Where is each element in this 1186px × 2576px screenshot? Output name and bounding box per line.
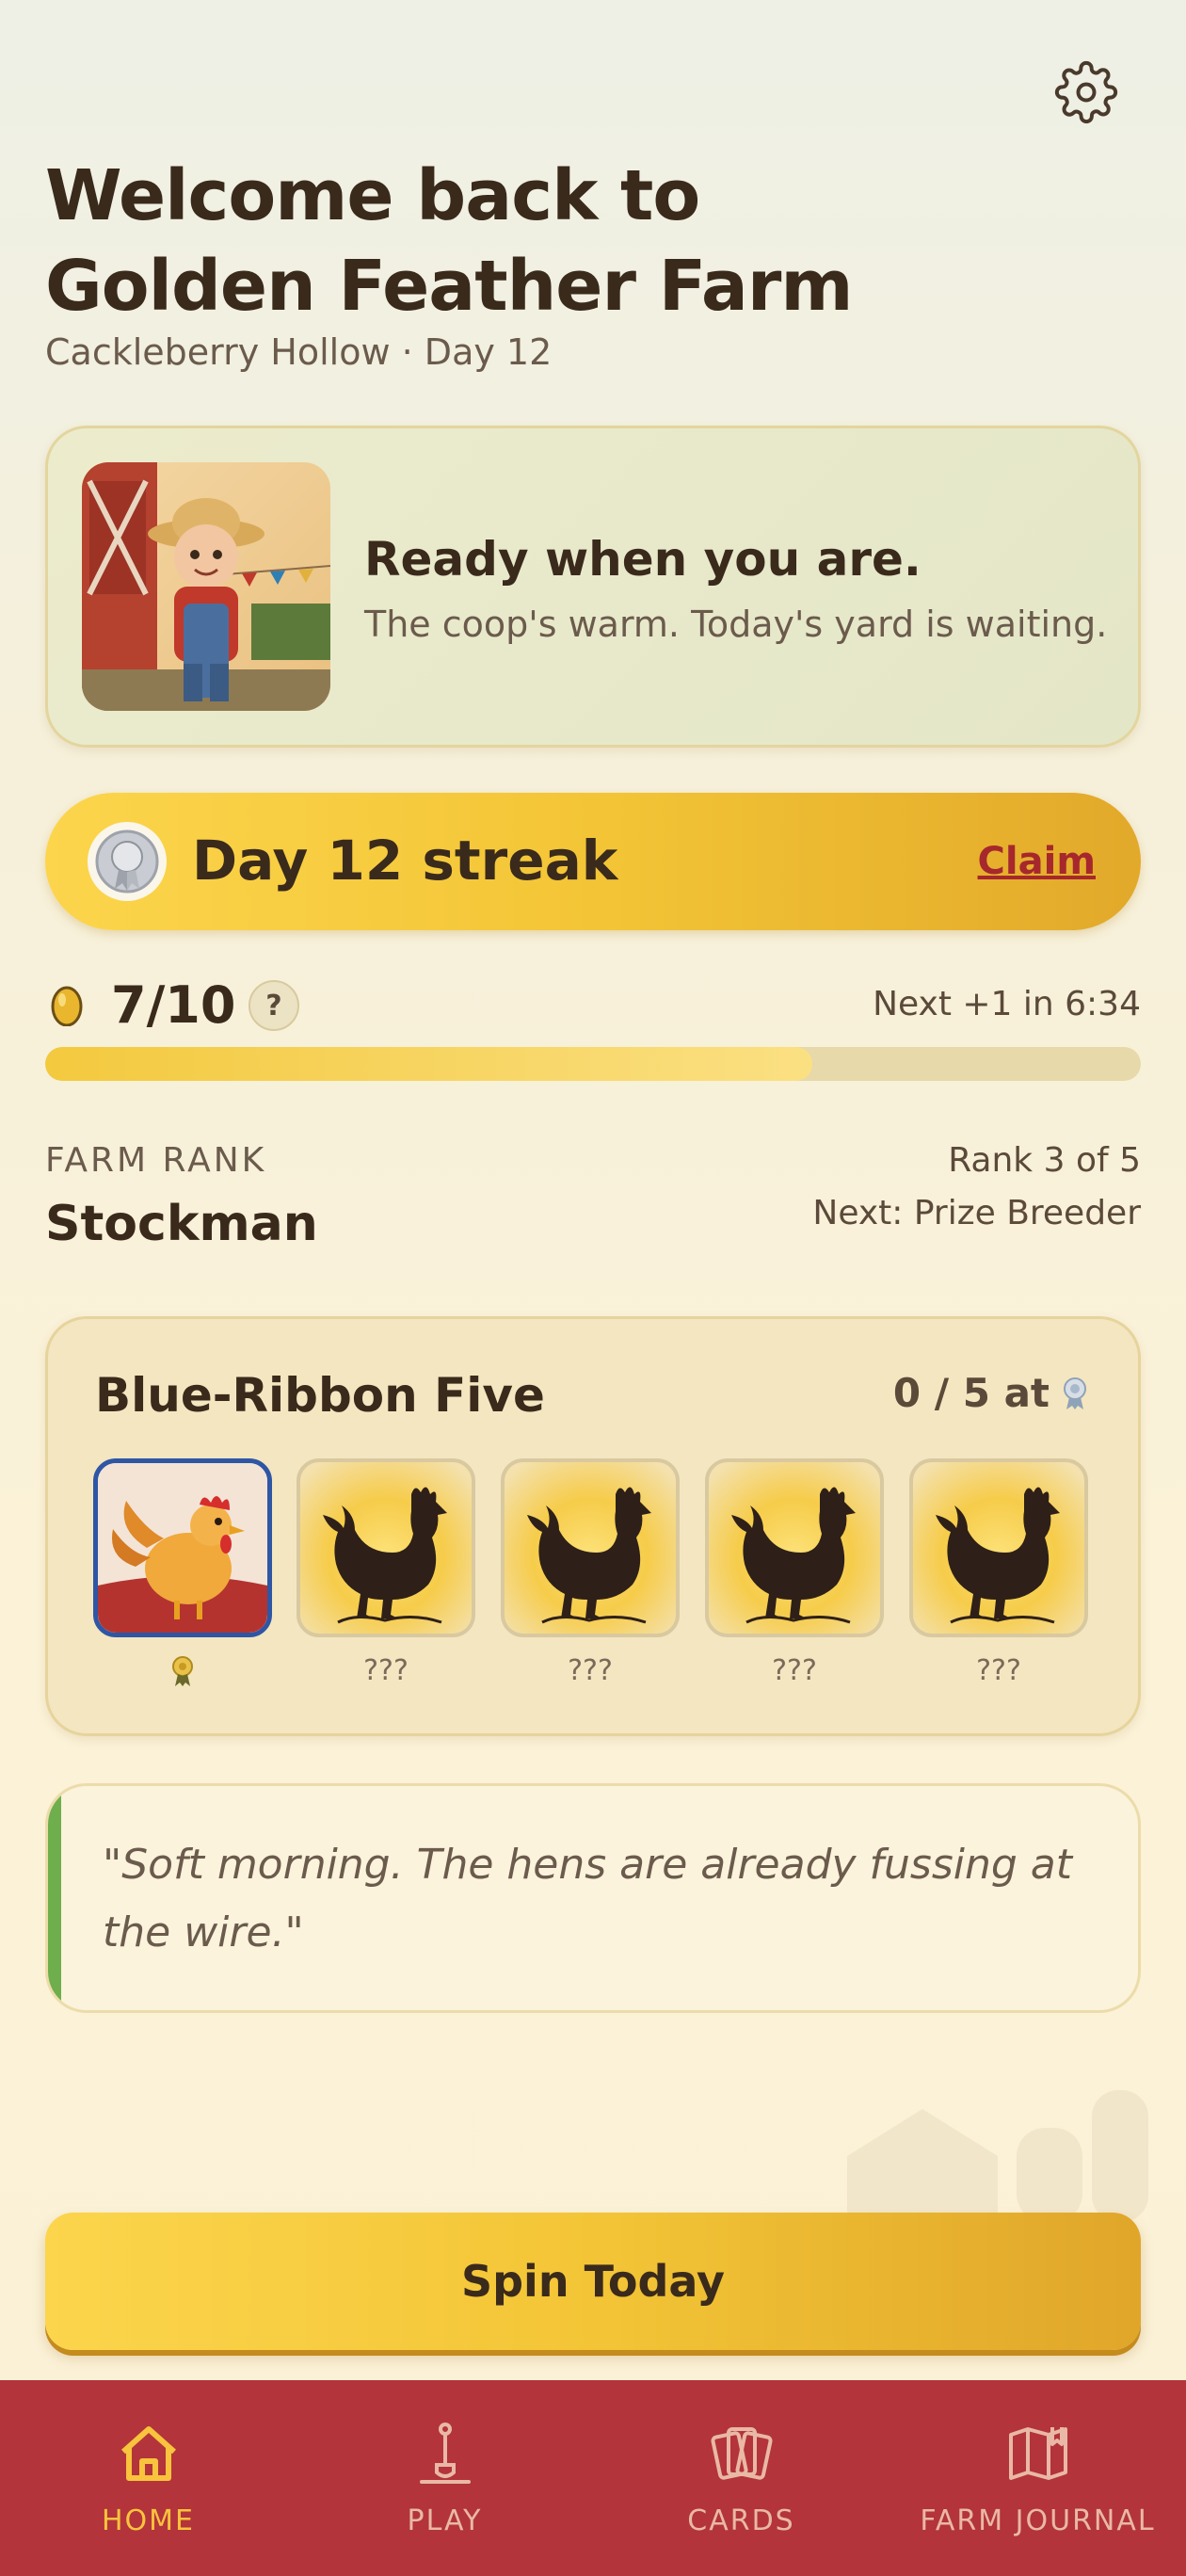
farm-quote-card: "Soft morning. The hens are already fuss… bbox=[45, 1783, 1141, 2013]
collection-card-caption: ??? bbox=[568, 1654, 613, 1687]
barn-background-silhouette bbox=[847, 2090, 1148, 2222]
nav-item-farm-journal[interactable]: FARM JOURNAL bbox=[890, 2380, 1186, 2576]
blue-ribbon-collection-card: Blue-Ribbon Five 0 / 5 at ??? ??? ??? ??… bbox=[45, 1316, 1141, 1736]
collection-card-caption: ??? bbox=[772, 1654, 817, 1687]
journal-icon bbox=[1008, 2427, 1067, 2480]
egg-energy-progress-bar bbox=[45, 1047, 1141, 1081]
nav-label-cards: CARDS bbox=[687, 2504, 795, 2537]
rooster-silhouette-icon bbox=[936, 1487, 1060, 1624]
hero-heading: Ready when you are. bbox=[364, 532, 922, 587]
daily-streak-banner[interactable]: Day 12 streak Claim bbox=[45, 793, 1141, 930]
farm-rank-position: Rank 3 of 5 bbox=[948, 1141, 1141, 1180]
cards-icon bbox=[710, 2427, 773, 2480]
house-icon bbox=[120, 2426, 176, 2481]
page-title: Welcome back to Golden Feather Farm bbox=[45, 155, 853, 327]
ribbon-rosette-icon bbox=[1064, 1377, 1086, 1409]
collection-card-locked-2[interactable] bbox=[296, 1458, 475, 1637]
streak-label: Day 12 streak bbox=[192, 829, 618, 893]
silver-medal-icon bbox=[88, 822, 167, 901]
rooster-silhouette-icon bbox=[323, 1487, 447, 1624]
rooster-silhouette-icon bbox=[527, 1487, 651, 1624]
settings-gear-icon[interactable] bbox=[1050, 56, 1122, 128]
farmer-boy-illustration bbox=[82, 462, 330, 711]
collection-count: 0 / 5 at bbox=[892, 1370, 1050, 1416]
hero-message: The coop's warm. Today's yard is waiting… bbox=[364, 604, 1108, 645]
collection-card-locked-4[interactable] bbox=[705, 1458, 884, 1637]
nav-label-farm-journal: FARM JOURNAL bbox=[920, 2504, 1156, 2537]
rooster-silhouette-icon bbox=[731, 1487, 856, 1624]
collection-card-caption: ??? bbox=[976, 1654, 1021, 1687]
nav-label-home: HOME bbox=[101, 2504, 195, 2537]
spin-today-button[interactable]: Spin Today bbox=[45, 2213, 1141, 2350]
energy-help-button[interactable]: ? bbox=[248, 980, 299, 1031]
farm-rank-name: Stockman bbox=[45, 1196, 318, 1252]
claim-streak-link[interactable]: Claim bbox=[978, 840, 1096, 883]
collection-title: Blue-Ribbon Five bbox=[95, 1368, 545, 1423]
gold-ribbon-icon bbox=[172, 1656, 193, 1686]
egg-energy-count: 7/10 bbox=[111, 975, 236, 1035]
golden-egg-icon bbox=[51, 986, 83, 1026]
collection-card-caption: ??? bbox=[363, 1654, 409, 1687]
collection-card-locked-3[interactable] bbox=[501, 1458, 680, 1637]
collection-progress: 0 / 5 at bbox=[893, 1370, 1089, 1416]
farm-rank-next: Next: Prize Breeder bbox=[812, 1194, 1141, 1232]
energy-refill-timer: Next +1 in 6:34 bbox=[873, 985, 1141, 1023]
nav-item-cards[interactable]: CARDS bbox=[593, 2380, 890, 2576]
bottom-navigation: HOME PLAY CARDS FARM JOURNAL bbox=[0, 2380, 1186, 2576]
collection-card-golden-rooster[interactable] bbox=[93, 1458, 272, 1637]
welcome-hero-card: Ready when you are. The coop's warm. Tod… bbox=[45, 426, 1141, 748]
nav-item-play[interactable]: PLAY bbox=[296, 2380, 593, 2576]
nav-item-home[interactable]: HOME bbox=[0, 2380, 296, 2576]
quote-text: "Soft morning. The hens are already fuss… bbox=[103, 1841, 1073, 1956]
nav-label-play: PLAY bbox=[407, 2504, 483, 2537]
quote-accent-bar bbox=[48, 1786, 61, 2010]
farm-rank-heading: FARM RANK bbox=[45, 1141, 267, 1180]
shovel-icon bbox=[419, 2423, 471, 2484]
collection-card-caption bbox=[93, 1654, 272, 1696]
egg-energy-progress-fill bbox=[45, 1047, 812, 1081]
collection-card-locked-5[interactable] bbox=[909, 1458, 1088, 1637]
farm-location-subtitle: Cackleberry Hollow · Day 12 bbox=[45, 331, 553, 373]
